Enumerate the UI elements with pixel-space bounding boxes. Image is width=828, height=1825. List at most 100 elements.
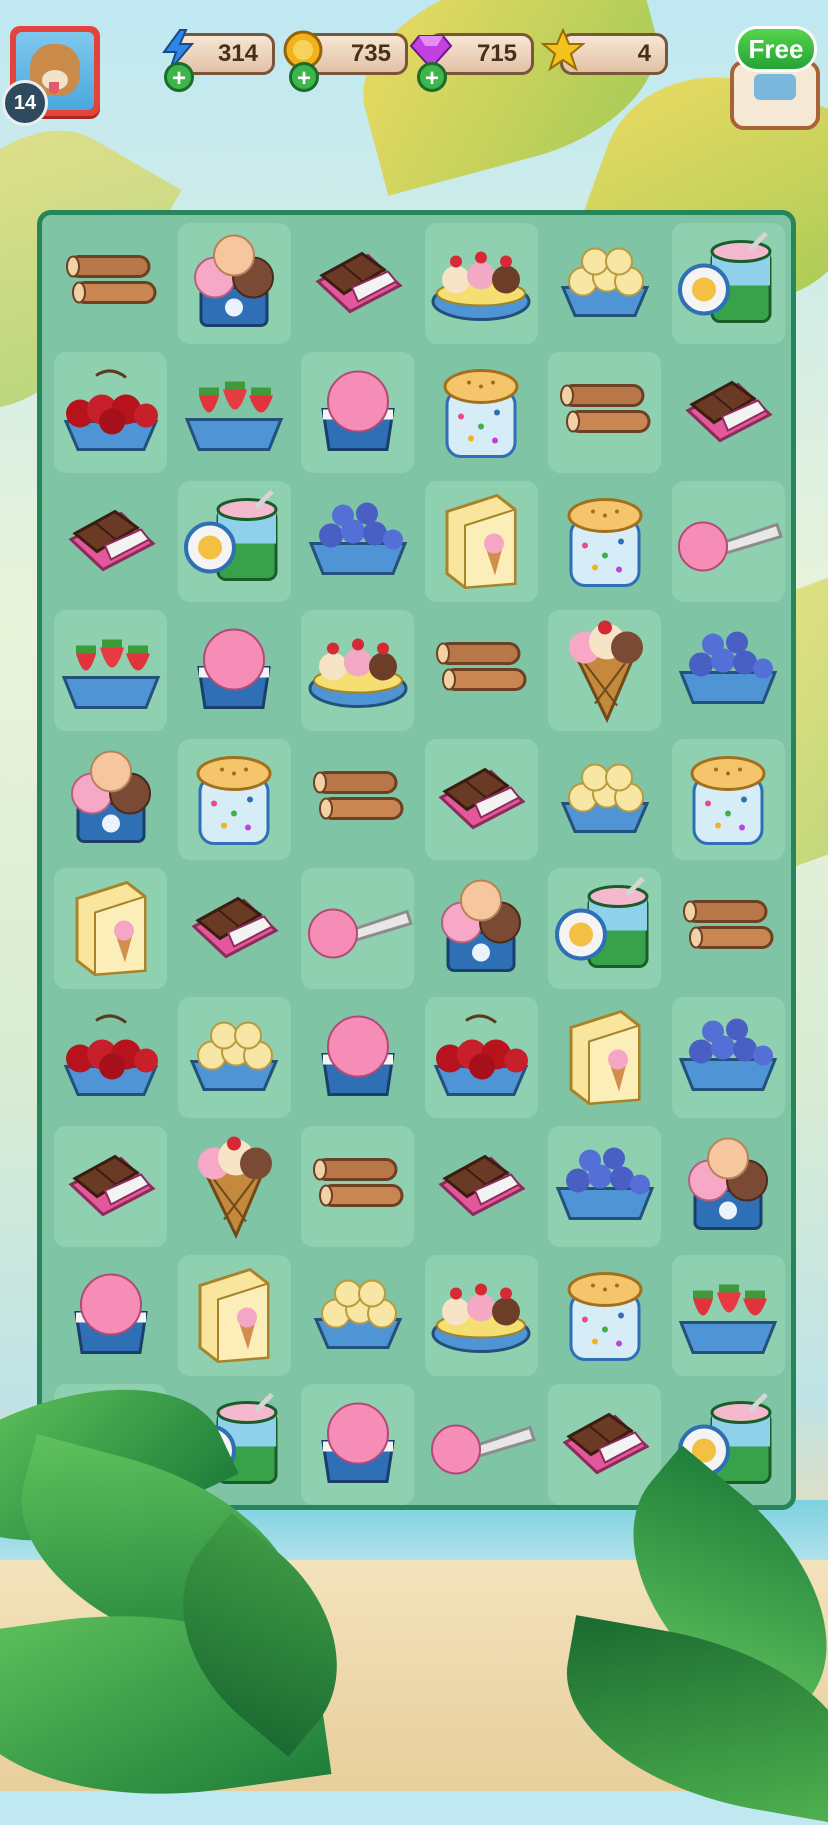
free-gift-button[interactable]: Free xyxy=(735,26,817,72)
tile-cherries[interactable] xyxy=(54,997,167,1118)
strawberries-icon xyxy=(673,1268,783,1363)
banana-split-icon xyxy=(426,231,536,336)
tile-chocolate-bar[interactable] xyxy=(672,352,785,473)
ice-cream-box-icon xyxy=(565,1005,645,1110)
tile-strawberries[interactable] xyxy=(54,610,167,731)
tile-banana-split[interactable] xyxy=(301,610,414,731)
sprinkles-jar-icon xyxy=(688,747,768,852)
tile-pink-scoop[interactable] xyxy=(178,610,291,731)
chocolate-bar-icon xyxy=(431,1144,531,1229)
pink-scoop-icon xyxy=(66,1268,156,1363)
tile-chocolate-bar[interactable] xyxy=(548,1384,661,1505)
ice-cream-box-icon xyxy=(71,876,151,981)
tile-waffle-cone[interactable] xyxy=(178,1126,291,1247)
energy-value: 314 xyxy=(217,40,258,67)
tile-yogurt-tub[interactable] xyxy=(177,481,291,602)
tile-banana-split[interactable] xyxy=(424,1255,538,1376)
yogurt-tub-icon xyxy=(184,489,284,594)
ice-cream-box-icon xyxy=(194,1263,274,1368)
tile-banana-slices[interactable] xyxy=(301,1255,414,1376)
tile-ice-cream-cup[interactable] xyxy=(177,223,291,344)
chocolate-bar-icon xyxy=(61,499,161,584)
ice-cream-cup-icon xyxy=(683,1134,773,1239)
blueberries-icon xyxy=(303,499,413,584)
tile-wafer-roll[interactable] xyxy=(672,868,785,989)
ice-cream-scoop-icon xyxy=(673,504,783,579)
banana-slices-icon xyxy=(555,757,655,842)
blueberries-icon xyxy=(550,1144,660,1229)
tile-blueberries[interactable] xyxy=(301,481,414,602)
tile-sprinkles-jar[interactable] xyxy=(671,739,785,860)
tile-sprinkles-jar[interactable] xyxy=(425,352,538,473)
gems-counter: 715 + xyxy=(409,33,534,92)
sprinkles-jar-icon xyxy=(194,747,274,852)
wafer-roll-icon xyxy=(555,375,655,450)
tile-chocolate-bar[interactable] xyxy=(424,739,538,860)
tile-ice-cream-scoop[interactable] xyxy=(425,1384,538,1505)
tile-ice-cream-scoop[interactable] xyxy=(301,868,414,989)
stars-value: 4 xyxy=(637,40,651,67)
tile-yogurt-tub[interactable] xyxy=(548,868,661,989)
tile-strawberries[interactable] xyxy=(671,1255,785,1376)
tile-ice-cream-box[interactable] xyxy=(177,1255,291,1376)
pink-scoop-icon xyxy=(189,623,279,718)
coins-value: 735 xyxy=(350,40,391,67)
ice-cream-box-icon xyxy=(441,489,521,594)
tile-blueberries[interactable] xyxy=(671,997,785,1118)
pink-scoop-icon xyxy=(313,1397,403,1492)
tile-chocolate-bar[interactable] xyxy=(54,481,167,602)
tile-chocolate-bar[interactable] xyxy=(178,868,291,989)
tile-banana-slices[interactable] xyxy=(177,997,291,1118)
tile-blueberries[interactable] xyxy=(548,1126,661,1247)
tile-strawberries[interactable] xyxy=(178,352,291,473)
ice-cream-scoop-icon xyxy=(426,1407,536,1482)
tile-yogurt-tub[interactable] xyxy=(671,223,785,344)
tile-banana-split[interactable] xyxy=(424,223,538,344)
tile-wafer-roll[interactable] xyxy=(54,223,167,344)
tile-wafer-roll[interactable] xyxy=(301,739,414,860)
blueberries-icon xyxy=(673,1015,783,1100)
blueberries-icon xyxy=(673,628,783,713)
tile-sprinkles-jar[interactable] xyxy=(177,739,291,860)
tile-pink-scoop[interactable] xyxy=(54,1255,167,1376)
tile-wafer-roll[interactable] xyxy=(301,1126,414,1247)
chocolate-bar-icon xyxy=(184,886,284,971)
tile-wafer-roll[interactable] xyxy=(425,610,538,731)
tile-ice-cream-box[interactable] xyxy=(424,481,538,602)
add-energy-button[interactable]: + xyxy=(164,62,194,92)
tile-ice-cream-cup[interactable] xyxy=(54,739,167,860)
tile-waffle-cone[interactable] xyxy=(548,610,661,731)
ice-cream-cup-icon xyxy=(66,747,156,852)
add-coins-button[interactable]: + xyxy=(289,62,319,92)
wafer-roll-icon xyxy=(678,891,778,966)
chocolate-bar-icon xyxy=(431,757,531,842)
gems-value: 715 xyxy=(476,40,517,67)
strawberries-icon xyxy=(179,365,289,460)
tile-ice-cream-box[interactable] xyxy=(548,997,661,1118)
wafer-roll-icon xyxy=(61,246,161,321)
tile-chocolate-bar[interactable] xyxy=(54,1126,167,1247)
star-icon xyxy=(540,27,586,72)
waffle-cone-icon xyxy=(184,1129,284,1244)
tile-cherries[interactable] xyxy=(54,352,167,473)
tile-cherries[interactable] xyxy=(424,997,538,1118)
tile-chocolate-bar[interactable] xyxy=(425,1126,538,1247)
yogurt-tub-icon xyxy=(554,876,655,981)
tile-banana-slices[interactable] xyxy=(548,223,661,344)
tile-banana-slices[interactable] xyxy=(548,739,661,860)
tile-sprinkles-jar[interactable] xyxy=(548,1255,661,1376)
tile-wafer-roll[interactable] xyxy=(548,352,661,473)
waffle-cone-icon xyxy=(555,613,655,728)
tile-pink-scoop[interactable] xyxy=(301,352,414,473)
tile-pink-scoop[interactable] xyxy=(301,1384,414,1505)
tile-chocolate-bar[interactable] xyxy=(301,223,414,344)
tile-pink-scoop[interactable] xyxy=(301,997,414,1118)
tile-ice-cream-scoop[interactable] xyxy=(671,481,785,602)
tile-ice-cream-cup[interactable] xyxy=(425,868,538,989)
tile-blueberries[interactable] xyxy=(672,610,785,731)
tile-sprinkles-jar[interactable] xyxy=(548,481,661,602)
add-gems-button[interactable]: + xyxy=(417,62,447,92)
tile-ice-cream-cup[interactable] xyxy=(672,1126,785,1247)
tile-ice-cream-box[interactable] xyxy=(54,868,167,989)
chocolate-bar-icon xyxy=(61,1144,161,1229)
